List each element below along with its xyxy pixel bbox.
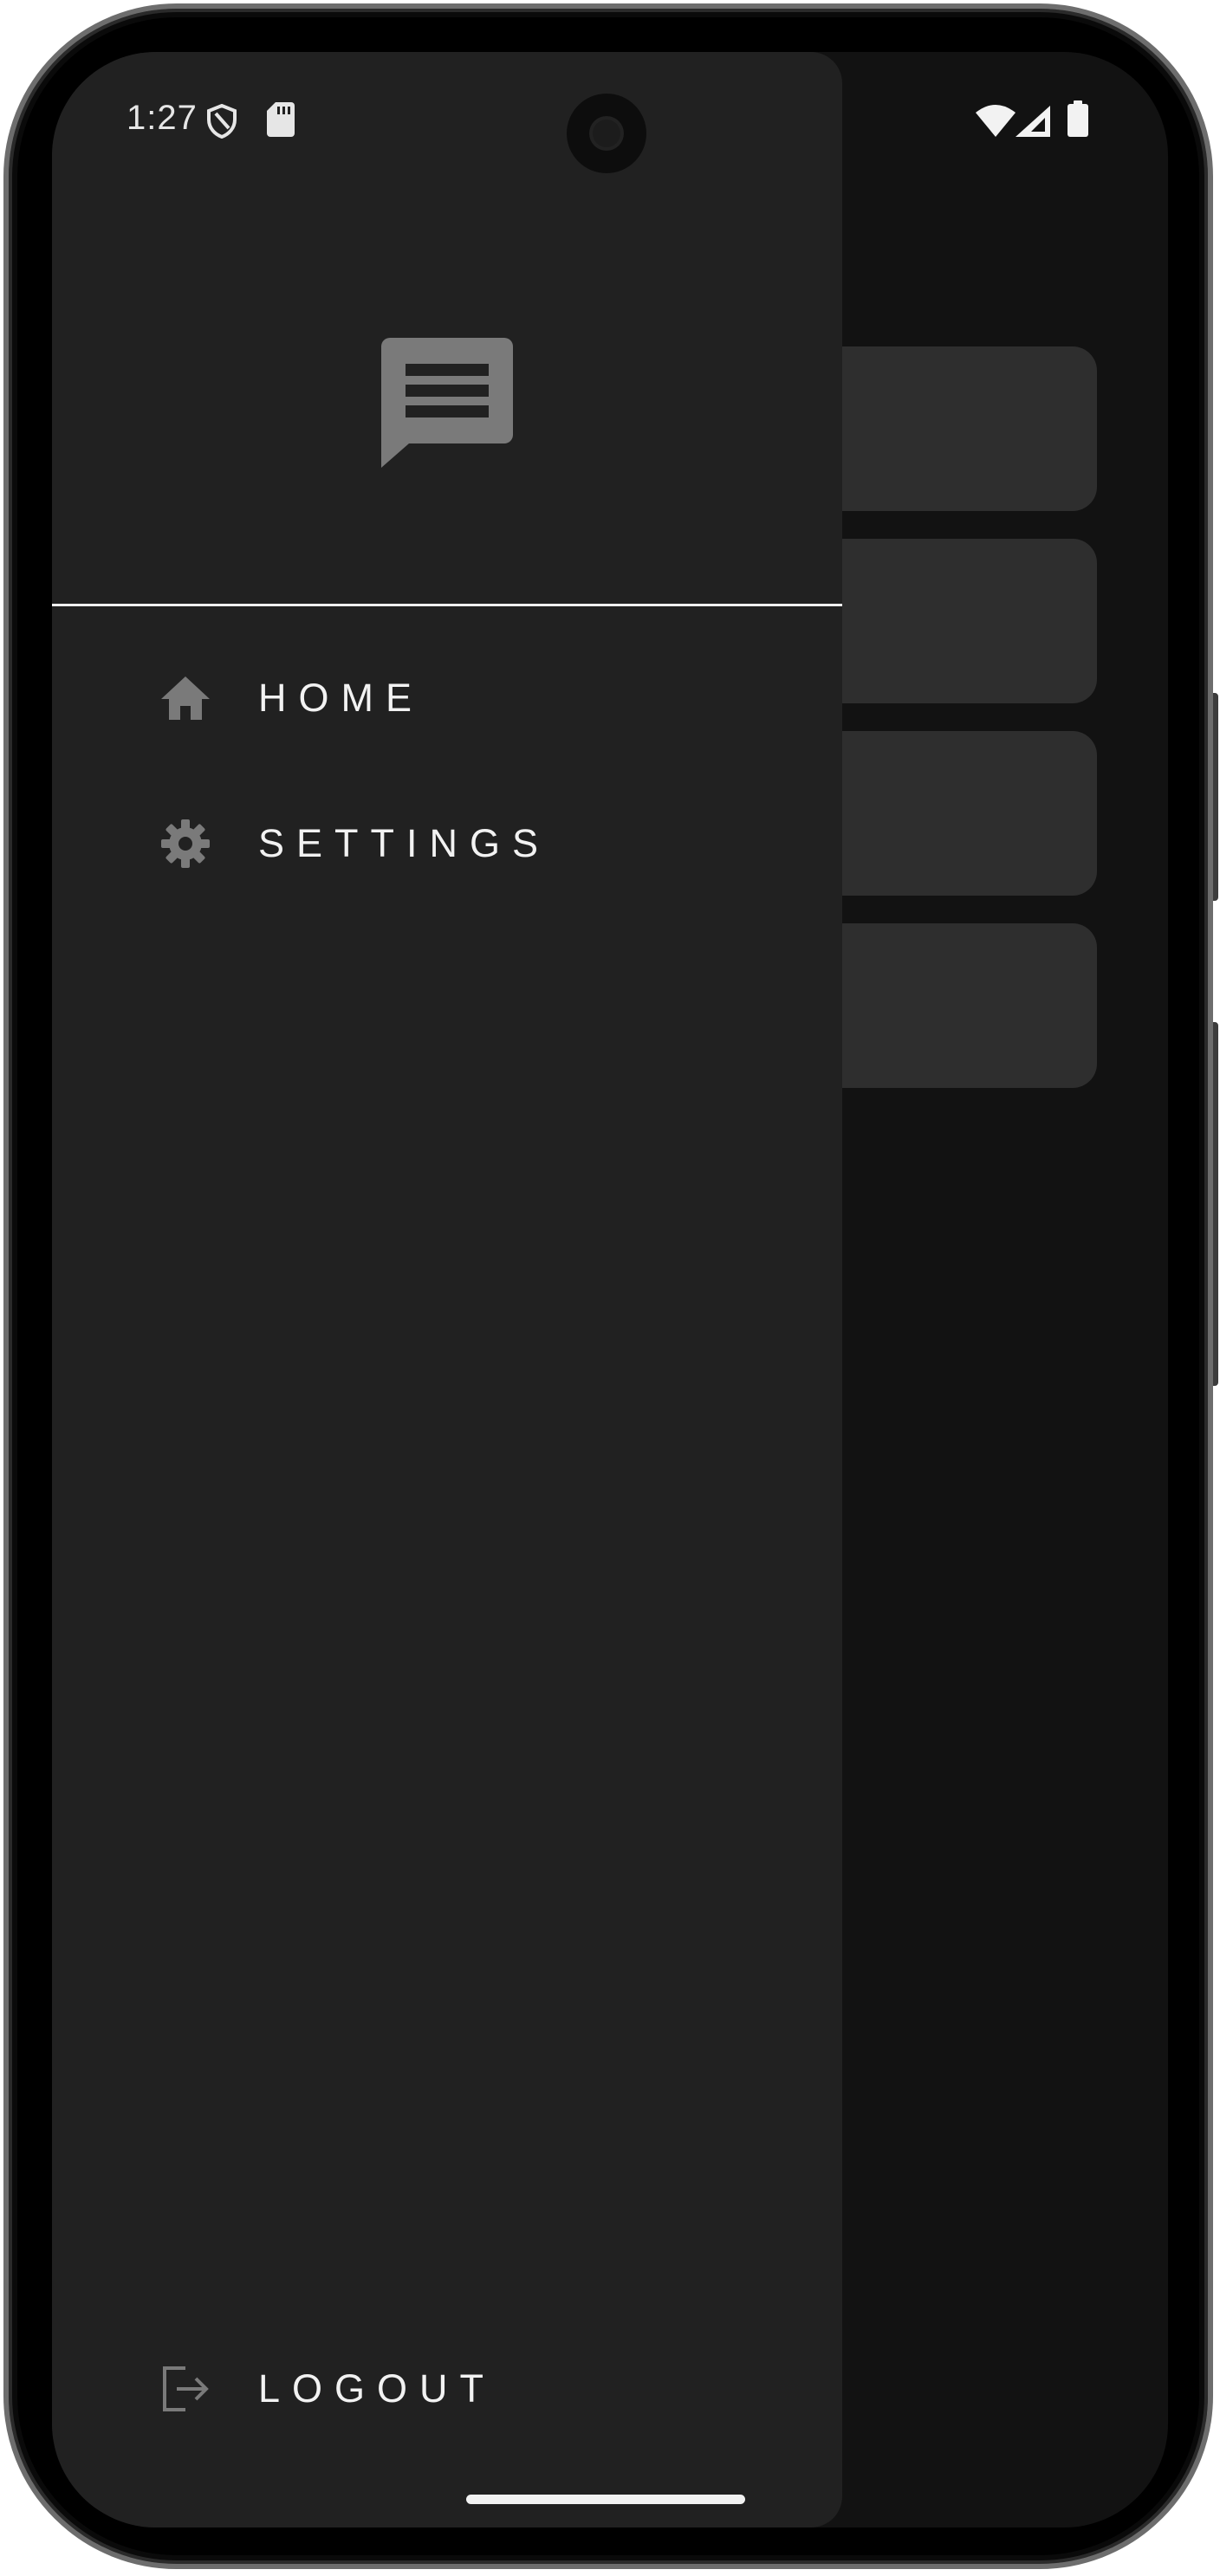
wifi-icon <box>976 104 1016 141</box>
home-icon <box>158 670 213 726</box>
logout-button[interactable]: LOGOUT <box>156 2354 762 2424</box>
phone-device: 1:27 HOME SETTINGS LOGOUT <box>0 0 1220 2576</box>
navigation-drawer: 1:27 HOME SETTINGS LOGOUT <box>52 52 842 2527</box>
nav-item-label: SETTINGS <box>258 821 551 865</box>
shield-icon <box>206 103 237 143</box>
drawer-divider <box>52 604 842 606</box>
signal-icon <box>1016 106 1050 141</box>
battery-icon <box>1068 100 1088 141</box>
sd-card-icon <box>267 102 295 141</box>
gear-icon <box>158 816 213 871</box>
nav-item-label: HOME <box>258 676 424 720</box>
logout-icon <box>158 2361 213 2417</box>
home-indicator[interactable] <box>466 2495 745 2504</box>
status-time: 1:27 <box>127 99 198 137</box>
chat-message-icon <box>381 338 513 468</box>
logout-label: LOGOUT <box>258 2366 496 2411</box>
nav-item-home[interactable]: HOME <box>156 663 762 733</box>
screen: 1:27 HOME SETTINGS LOGOUT <box>52 52 1168 2527</box>
nav-item-settings[interactable]: SETTINGS <box>156 809 762 878</box>
front-camera <box>567 94 646 173</box>
